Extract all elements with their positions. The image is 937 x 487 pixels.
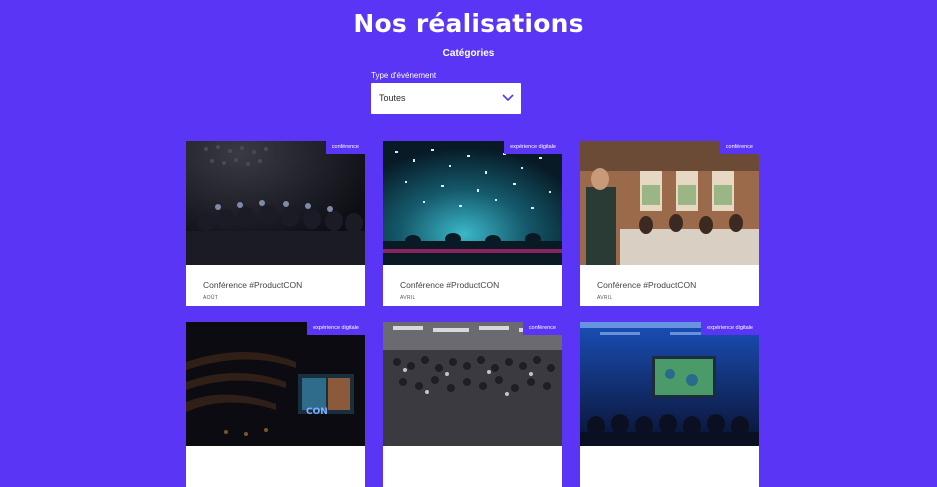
project-card[interactable]: CON expérience digitale: [186, 322, 365, 487]
page-title: Nos réalisations: [353, 9, 584, 38]
chevron-down-icon: [502, 94, 514, 102]
project-card[interactable]: conférence: [383, 322, 562, 487]
category-tag: expérience digitale: [701, 322, 759, 335]
card-date: AVRIL: [400, 295, 416, 301]
category-tag: conférence: [719, 141, 759, 154]
category-tag: conférence: [325, 141, 365, 154]
category-tag: expérience digitale: [504, 141, 562, 154]
card-photo: [580, 141, 759, 265]
card-photo: [383, 322, 562, 446]
project-card[interactable]: conférence Conférence #ProductCON AVRIL: [580, 141, 759, 306]
event-type-selected-value: Toutes: [379, 93, 406, 103]
event-type-select[interactable]: Toutes: [371, 83, 521, 114]
card-title: Conférence #ProductCON: [203, 280, 303, 290]
category-tag: expérience digitale: [307, 322, 365, 335]
card-photo: CON: [186, 322, 365, 446]
card-date: AVRIL: [597, 295, 613, 301]
project-card[interactable]: expérience digitale Conférence #ProductC…: [383, 141, 562, 306]
project-card[interactable]: expérience digitale: [580, 322, 759, 487]
categories-heading: Catégories: [442, 48, 495, 59]
card-photo: [383, 141, 562, 265]
event-type-label: Type d'événement: [371, 71, 437, 80]
card-title: Conférence #ProductCON: [400, 280, 500, 290]
card-photo: [580, 322, 759, 446]
card-title: Conférence #ProductCON: [597, 280, 697, 290]
category-tag: conférence: [522, 322, 562, 335]
svg-text:CON: CON: [306, 407, 328, 417]
project-card[interactable]: conférence Conférence #ProductCON AOÛT: [186, 141, 365, 306]
card-photo: [186, 141, 365, 265]
card-date: AOÛT: [203, 295, 219, 301]
